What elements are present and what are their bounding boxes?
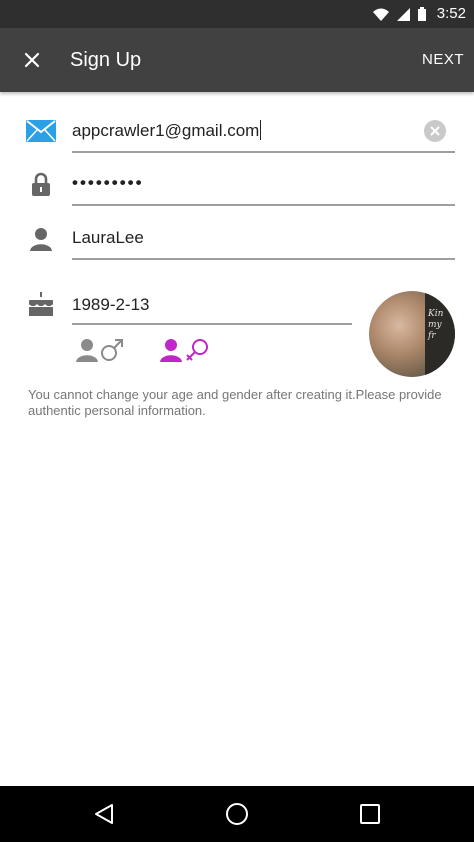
- home-icon: [226, 803, 248, 825]
- password-underline: [72, 204, 455, 206]
- password-field[interactable]: •••••••••: [72, 172, 144, 194]
- email-row-icon: [26, 116, 56, 146]
- recents-icon: [360, 804, 380, 824]
- birthday-field[interactable]: 1989-2-13: [72, 294, 150, 316]
- male-person-icon: [76, 339, 98, 362]
- status-icons: [373, 7, 426, 21]
- birthday-row-icon: [26, 289, 56, 319]
- password-row-icon: [26, 169, 56, 199]
- wifi-icon: [373, 8, 389, 21]
- navigation-bar: [0, 786, 474, 842]
- profile-photo[interactable]: Kin my fr: [369, 291, 455, 377]
- gender-option-male[interactable]: [76, 334, 124, 366]
- close-button[interactable]: [16, 44, 48, 76]
- female-person-icon: [160, 339, 182, 362]
- male-symbol-icon: [101, 339, 123, 361]
- age-gender-notice: You cannot change your age and gender af…: [28, 387, 442, 418]
- recents-button[interactable]: [356, 800, 384, 828]
- female-symbol-icon: [186, 339, 208, 361]
- text-caret: [260, 120, 262, 140]
- birthday-underline: [72, 323, 352, 325]
- home-button[interactable]: [223, 800, 251, 828]
- mail-icon: [26, 120, 56, 142]
- page-title: Sign Up: [70, 49, 142, 71]
- person-icon: [30, 228, 52, 251]
- username-field[interactable]: LauraLee: [72, 227, 144, 249]
- battery-icon: [418, 7, 426, 21]
- email-value: appcrawler1@gmail.com: [72, 121, 260, 140]
- signal-icon: [397, 7, 410, 21]
- back-button[interactable]: [90, 800, 118, 828]
- email-underline: [72, 151, 455, 153]
- lock-icon: [32, 172, 50, 196]
- app-bar: Sign Up NEXT: [0, 28, 474, 92]
- clear-icon: [430, 126, 440, 136]
- status-bar: 3:52: [0, 0, 474, 28]
- close-icon: [24, 52, 40, 68]
- status-time: 3:52: [436, 5, 466, 22]
- cake-icon: [28, 292, 54, 316]
- clear-email-button[interactable]: [424, 120, 446, 142]
- username-row-icon: [26, 224, 56, 254]
- gender-option-female[interactable]: [160, 334, 210, 366]
- next-button[interactable]: NEXT: [422, 50, 464, 70]
- photo-caption: Kin my fr: [428, 309, 444, 341]
- email-field[interactable]: appcrawler1@gmail.com: [72, 120, 262, 142]
- username-underline: [72, 258, 455, 260]
- back-icon: [95, 804, 113, 824]
